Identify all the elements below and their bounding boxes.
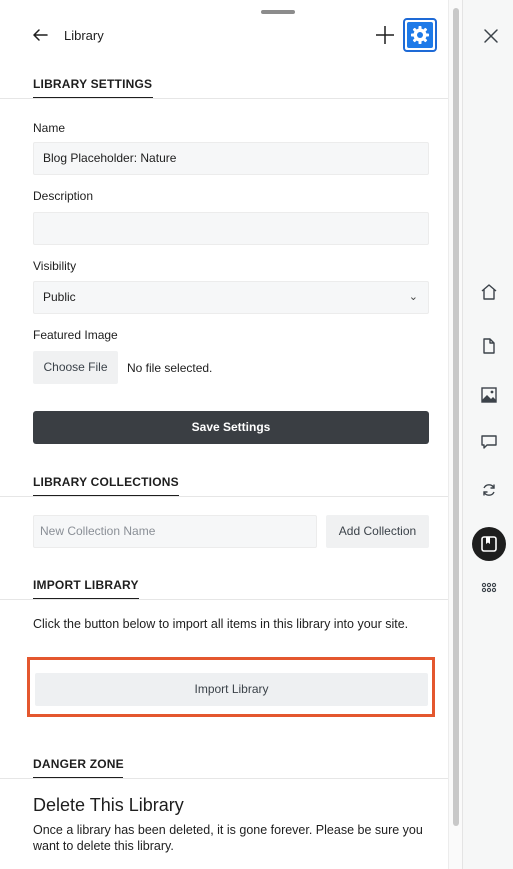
panel-header: Library [0, 18, 448, 58]
delete-library-heading: Delete This Library [33, 795, 184, 815]
section-divider [0, 98, 448, 99]
name-field[interactable]: Blog Placeholder: Nature [33, 142, 429, 175]
description-label: Description [33, 189, 94, 203]
section-divider [0, 778, 448, 779]
panel-scrollbar[interactable] [448, 0, 462, 869]
sync-icon[interactable] [479, 480, 499, 500]
no-file-text: No file selected. [127, 361, 213, 375]
chevron-down-icon: ⌄ [408, 291, 418, 303]
visibility-label: Visibility [33, 259, 77, 273]
delete-library-description: Once a library has been deleted, it is g… [33, 823, 423, 853]
back-arrow-icon[interactable] [31, 26, 49, 44]
section-divider [0, 599, 448, 600]
visibility-select[interactable]: Public ⌄ [33, 281, 429, 314]
section-divider [0, 496, 448, 497]
section-title-import-library: IMPORT LIBRARY [33, 578, 139, 600]
section-title-text: LIBRARY COLLECTIONS [33, 475, 179, 489]
featured-image-label: Featured Image [33, 328, 118, 342]
choose-file-button[interactable]: Choose File [33, 351, 118, 384]
plus-icon[interactable] [374, 24, 396, 46]
drag-handle[interactable] [261, 10, 295, 14]
scroll-thumb[interactable] [453, 8, 459, 826]
grid-dots-icon[interactable] [479, 578, 499, 598]
library-panel: Library LIBRARY SETTINGS Name Blog Place… [0, 0, 448, 869]
section-title-library-settings: LIBRARY SETTINGS [33, 77, 153, 99]
save-settings-button[interactable]: Save Settings [33, 411, 429, 444]
new-collection-input[interactable]: New Collection Name [33, 515, 317, 548]
section-title-text: DANGER ZONE [33, 757, 124, 771]
library-rail-button[interactable] [472, 527, 506, 561]
name-label: Name [33, 121, 66, 135]
add-collection-button[interactable]: Add Collection [326, 515, 429, 548]
home-icon[interactable] [479, 282, 499, 302]
comment-icon[interactable] [479, 432, 499, 452]
settings-button[interactable] [403, 18, 437, 52]
section-title-library-collections: LIBRARY COLLECTIONS [33, 475, 179, 497]
import-description: Click the button below to import all ite… [33, 617, 409, 631]
section-title-danger-zone: DANGER ZONE [33, 757, 124, 779]
visibility-value: Public [43, 290, 76, 304]
description-field[interactable] [33, 212, 429, 245]
section-title-text: IMPORT LIBRARY [33, 578, 139, 592]
gear-icon [407, 22, 433, 48]
library-icon [481, 536, 497, 552]
close-icon[interactable] [481, 26, 501, 46]
import-library-button[interactable]: Import Library [35, 673, 428, 706]
image-icon[interactable] [479, 385, 499, 405]
page-icon[interactable] [479, 336, 499, 356]
section-title-text: LIBRARY SETTINGS [33, 77, 153, 91]
panel-title: Library [64, 28, 104, 43]
